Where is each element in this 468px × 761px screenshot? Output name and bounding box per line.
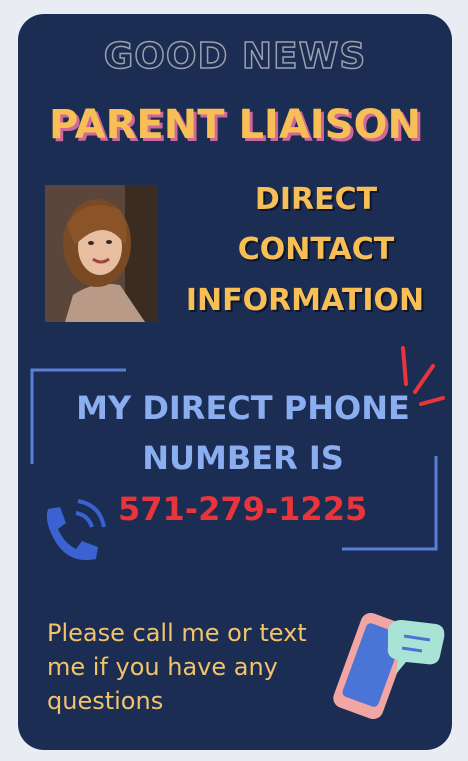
flyer-card: GOOD NEWS PARENT LIAISON DIRECT CONTACT … (18, 14, 452, 750)
contact-line-2: CONTACT (237, 232, 395, 267)
portrait-image (45, 185, 158, 322)
parent-liaison-title: PARENT LIAISON (49, 102, 421, 148)
call-message: Please call me or text me if you have an… (47, 616, 347, 718)
good-news-heading: GOOD NEWS (103, 35, 367, 78)
phone-icon (46, 499, 106, 561)
phone-number[interactable]: 571-279-1225 (118, 490, 367, 528)
profile-photo (45, 185, 158, 322)
message-line-1: Please call me or text (47, 619, 307, 647)
phone-label-line-2: NUMBER IS (142, 439, 344, 477)
message-line-3: questions (47, 687, 164, 715)
contact-line-3: INFORMATION (185, 283, 425, 318)
smartphone-chat-icon (333, 612, 445, 720)
message-line-2: me if you have any (47, 653, 278, 681)
phone-label-line-1: MY DIRECT PHONE (76, 389, 410, 427)
contact-line-1: DIRECT (254, 182, 378, 217)
